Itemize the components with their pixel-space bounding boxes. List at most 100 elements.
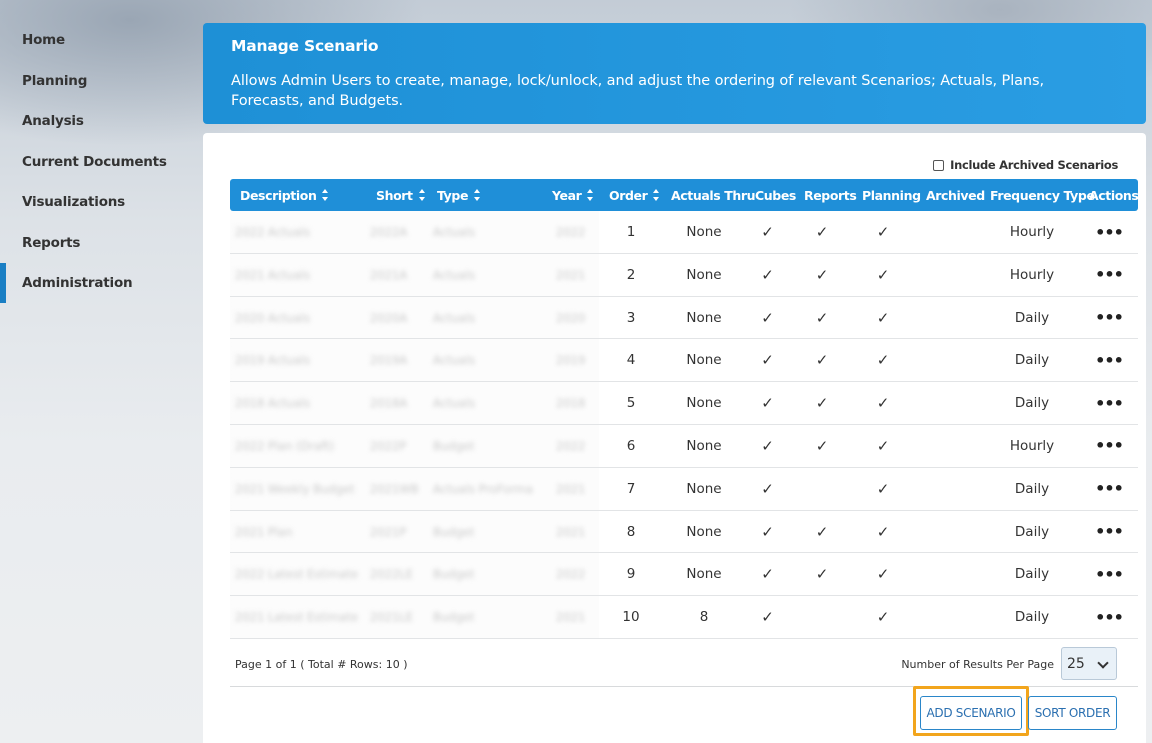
sort-order-button[interactable]: SORT ORDER: [1028, 696, 1117, 730]
cell-archived: [920, 382, 980, 424]
more-actions-icon[interactable]: •••: [1095, 522, 1124, 541]
cell-reports: ✓: [797, 254, 847, 296]
cell-short: 2021LE: [370, 596, 430, 638]
year-value: 2018: [556, 396, 586, 411]
sidebar-item-home[interactable]: Home: [0, 20, 190, 60]
actuals-thru-value: None: [686, 266, 722, 283]
cell-actions[interactable]: •••: [1082, 468, 1136, 510]
results-per-page-select[interactable]: 25: [1061, 647, 1117, 680]
description-value: 2020 Actuals: [235, 310, 310, 325]
cell-order: 3: [606, 297, 656, 339]
frequency-value: Daily: [1014, 566, 1050, 583]
reports-value: ✓: [815, 394, 829, 413]
type-value: Actuals: [433, 310, 476, 325]
column-header-type[interactable]: Type: [437, 179, 481, 211]
table-row: 2021 Actuals 2021A Actuals 2021 2 None ✓ ✓ ✓ Hour…: [230, 253, 1138, 297]
reports-value: ✓: [815, 223, 829, 241]
cell-order: 9: [606, 553, 656, 595]
cubes-value: ✓: [761, 565, 774, 584]
type-value: Budget: [433, 438, 475, 453]
sidebar-item-label: Planning: [22, 73, 88, 89]
cell-planning: ✓: [858, 382, 908, 424]
sort-icon[interactable]: [587, 189, 594, 201]
cell-archived: [920, 511, 980, 553]
sort-icon[interactable]: [322, 189, 329, 201]
include-archived-toggle[interactable]: Include Archived Scenarios: [933, 158, 1118, 172]
column-header-order[interactable]: Order: [609, 179, 660, 211]
more-actions-icon[interactable]: •••: [1095, 351, 1124, 370]
column-label: Cubes: [755, 187, 796, 203]
column-label: Description: [240, 187, 317, 203]
column-label: Actuals Thru: [671, 187, 756, 203]
more-actions-icon[interactable]: •••: [1095, 608, 1124, 627]
cell-short: 2022LE: [370, 553, 430, 595]
more-actions-icon[interactable]: •••: [1095, 265, 1124, 284]
sidebar-item-visualizations[interactable]: Visualizations: [0, 182, 190, 222]
cell-order: 10: [606, 596, 656, 638]
column-header-short[interactable]: Short: [376, 179, 426, 211]
frequency-value: Daily: [1014, 609, 1050, 626]
cell-actuals-thru: None: [670, 425, 738, 467]
year-value: 2021: [556, 524, 586, 539]
cell-order: 8: [606, 511, 656, 553]
sidebar-item-planning[interactable]: Planning: [0, 61, 190, 101]
reports-value: ✓: [815, 308, 829, 327]
description-value: 2022 Latest Estimate: [235, 567, 358, 582]
include-archived-checkbox[interactable]: [933, 159, 945, 171]
cell-actions[interactable]: •••: [1082, 339, 1136, 381]
sort-icon[interactable]: [653, 189, 660, 201]
sidebar-item-current-documents[interactable]: Current Documents: [0, 142, 190, 182]
add-scenario-button[interactable]: ADD SCENARIO: [920, 696, 1022, 730]
more-actions-icon[interactable]: •••: [1095, 479, 1124, 498]
cell-short: 2021WB: [370, 468, 430, 510]
sort-icon[interactable]: [418, 189, 426, 201]
sidebar-item-administration[interactable]: Administration: [0, 263, 190, 303]
actuals-thru-value: None: [686, 566, 722, 583]
sidebar-item-analysis[interactable]: Analysis: [0, 101, 190, 141]
more-actions-icon[interactable]: •••: [1095, 223, 1124, 242]
cell-actuals-thru: None: [670, 339, 738, 381]
planning-value: ✓: [876, 522, 890, 541]
cell-frequency: Daily: [988, 297, 1076, 339]
sidebar-item-reports[interactable]: Reports: [0, 223, 190, 263]
cell-reports: [797, 596, 847, 638]
column-label: Archived: [926, 187, 985, 203]
sort-icon[interactable]: [474, 189, 481, 201]
cell-actuals-thru: None: [670, 254, 738, 296]
short-value: 2021LE: [370, 610, 413, 625]
description-value: 2021 Plan: [235, 524, 293, 539]
cell-actions[interactable]: •••: [1082, 297, 1136, 339]
description-value: 2018 Actuals: [235, 396, 310, 411]
cell-year: 2021: [556, 511, 596, 553]
column-header-description[interactable]: Description: [240, 179, 329, 211]
more-actions-icon[interactable]: •••: [1095, 308, 1124, 327]
cell-actions[interactable]: •••: [1082, 254, 1136, 296]
column-header-year[interactable]: Year: [552, 179, 594, 211]
cell-actions[interactable]: •••: [1082, 511, 1136, 553]
more-actions-icon[interactable]: •••: [1095, 565, 1124, 584]
short-value: 2021A: [370, 267, 408, 282]
order-value: 4: [626, 352, 636, 369]
column-label: Reports: [804, 187, 857, 203]
cell-actions[interactable]: •••: [1082, 425, 1136, 467]
cell-planning: ✓: [858, 211, 908, 253]
cell-year: 2021: [556, 254, 596, 296]
cell-actions[interactable]: •••: [1082, 596, 1136, 638]
cell-order: 6: [606, 425, 656, 467]
cubes-value: ✓: [761, 223, 774, 241]
cell-year: 2022: [556, 211, 596, 253]
frequency-value: Daily: [1014, 523, 1050, 540]
more-actions-icon[interactable]: •••: [1095, 394, 1124, 413]
more-actions-icon[interactable]: •••: [1095, 436, 1124, 455]
table-row: 2018 Actuals 2018A Actuals 2018 5 None ✓ ✓ ✓ Dail…: [230, 382, 1138, 425]
cell-year: 2021: [556, 468, 596, 510]
cell-actions[interactable]: •••: [1082, 211, 1136, 253]
cell-actions[interactable]: •••: [1082, 382, 1136, 424]
cell-short: 2022P: [370, 425, 430, 467]
cell-type: Actuals: [433, 297, 553, 339]
cell-actions[interactable]: •••: [1082, 553, 1136, 595]
description-value: 2021 Latest Estimate: [235, 610, 358, 625]
order-value: 5: [626, 395, 636, 412]
frequency-value: Daily: [1014, 395, 1050, 412]
cell-order: 4: [606, 339, 656, 381]
